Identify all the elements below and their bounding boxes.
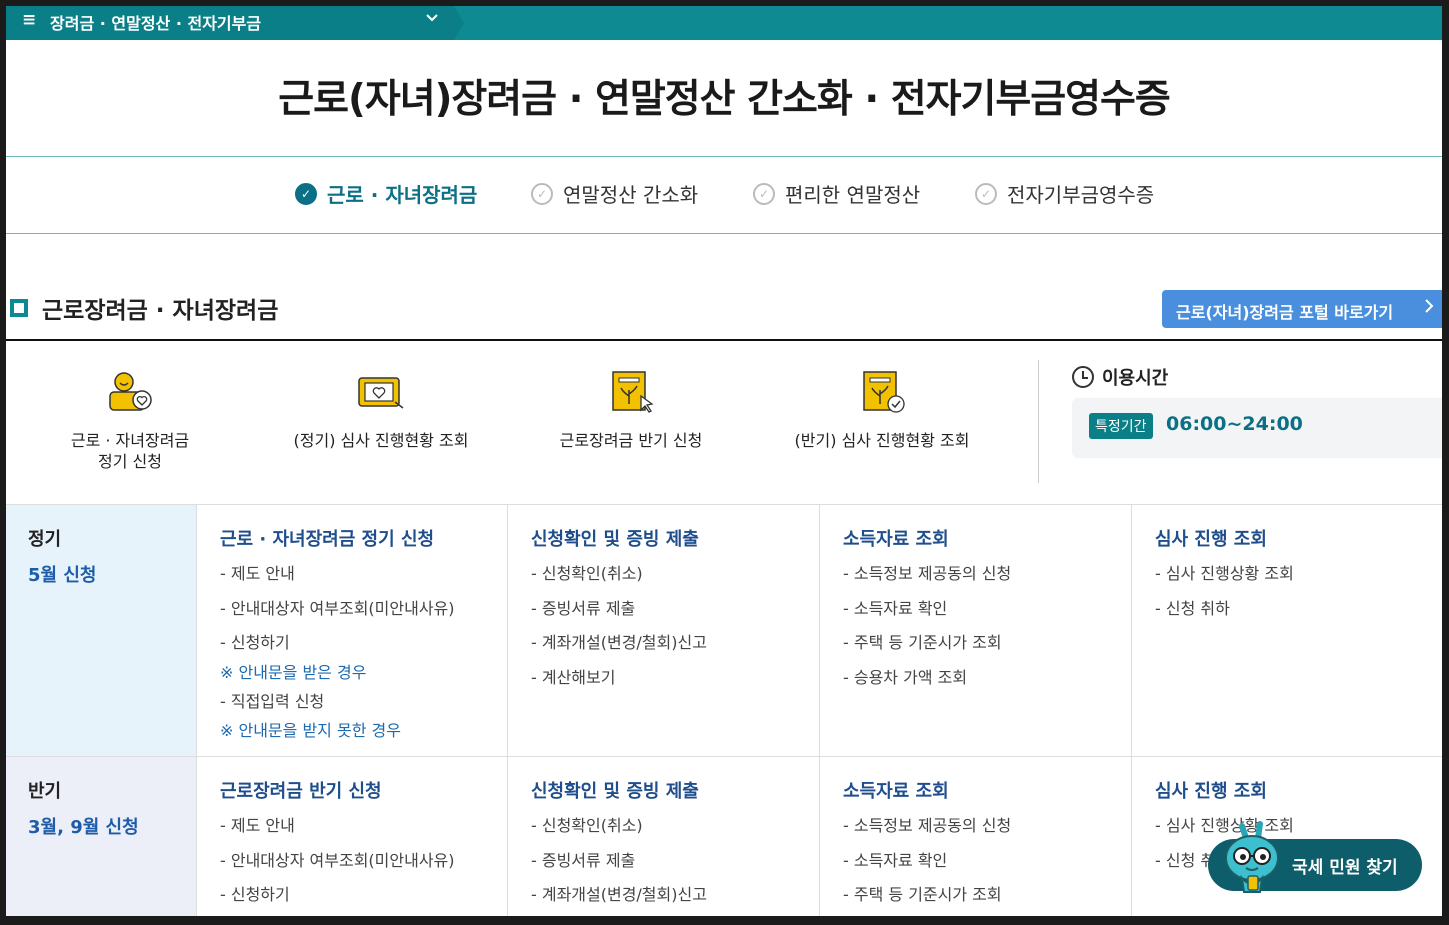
portal-link-button[interactable]: 근로(자녀)장려금 포털 바로가기: [1162, 290, 1442, 328]
menu-cell: 심사 진행 조회 - 심사 진행상황 조회 - 신청 취하: [1131, 757, 1442, 916]
tab-label: 연말정산 간소화: [563, 183, 699, 207]
tab-donation-receipt[interactable]: ✓ 전자기부금영수증: [975, 179, 1154, 208]
menu-cell-heading[interactable]: 신청확인 및 증빙 제출: [531, 525, 699, 551]
chevron-down-icon[interactable]: [426, 11, 438, 27]
menu-link[interactable]: - 제도 안내: [220, 560, 455, 595]
menu-link[interactable]: - 소득정보 제공동의 신청: [843, 560, 1011, 595]
quick-link-label: (정기) 심사 진행현황 조회: [293, 431, 469, 450]
row-name: 정기: [28, 529, 62, 550]
quick-link-label: 근로장려금 반기 신청: [559, 431, 703, 450]
row-period: 3월, 9월 신청: [28, 817, 139, 838]
menu-link[interactable]: - 신청확인(취소): [531, 560, 707, 595]
quick-link-half-status[interactable]: (반기) 심사 진행현황 조회: [757, 366, 1007, 451]
check-circle-icon: ✓: [295, 182, 317, 205]
menu-link[interactable]: - 신청 취하: [1155, 595, 1294, 630]
menu-link[interactable]: - 승용차 가액 조회: [843, 664, 1011, 699]
menu-link[interactable]: - 안내대상자 여부조회(미안내사유): [220, 847, 455, 882]
menu-link[interactable]: - 주택 등 기준시가 조회: [843, 881, 1011, 916]
menu-cell: 신청확인 및 증빙 제출 - 신청확인(취소) - 증빙서류 제출 - 계좌개설…: [507, 505, 819, 756]
tab-label: 근로 · 자녀장려금: [327, 183, 478, 207]
menu-link[interactable]: - 직접입력 신청: [220, 688, 455, 718]
hamburger-icon[interactable]: ≡: [22, 10, 36, 30]
tab-label: 편리한 연말정산: [785, 183, 921, 207]
menu-link[interactable]: - 제도 안내: [220, 812, 455, 847]
quick-link-label: 근로 · 자녀장려금: [70, 431, 190, 450]
period-badge: 특정기간: [1089, 413, 1153, 439]
check-circle-icon: ✓: [753, 182, 775, 205]
menu-cell-heading[interactable]: 심사 진행 조회: [1155, 525, 1267, 551]
quick-link-half-apply[interactable]: 근로장려금 반기 신청: [506, 366, 756, 451]
menu-cell-heading[interactable]: 소득자료 조회: [843, 525, 949, 551]
monitor-heart-icon: [355, 366, 407, 418]
section-header: 근로장려금 · 자녀장려금: [6, 291, 278, 325]
tab-bar: ✓ 근로 · 자녀장려금 ✓ 연말정산 간소화 ✓ 편리한 연말정산 ✓ 전자기…: [6, 156, 1442, 234]
mascot-icon[interactable]: [1222, 818, 1284, 898]
quick-link-regular-apply[interactable]: 근로 · 자녀장려금 정기 신청: [6, 366, 255, 472]
menu-link[interactable]: - 주택 등 기준시가 조회: [843, 629, 1011, 664]
menu-link[interactable]: - 소득자료 확인: [843, 595, 1011, 630]
document-click-icon: [605, 366, 657, 418]
check-circle-icon: ✓: [975, 182, 997, 205]
fab-label: 국세 민원 찾기: [1292, 858, 1398, 878]
menu-cell: 근로 · 자녀장려금 정기 신청 - 제도 안내 - 안내대상자 여부조회(미안…: [196, 505, 508, 756]
menu-link[interactable]: - 신청하기: [220, 881, 455, 916]
row-header-regular: 정기 5월 신청: [6, 505, 196, 756]
menu-cell: 심사 진행 조회 - 심사 진행상황 조회 - 신청 취하: [1131, 505, 1442, 756]
tab-year-end-settlement[interactable]: ✓ 연말정산 간소화: [531, 179, 698, 208]
menu-cell: 소득자료 조회 - 소득정보 제공동의 신청 - 소득자료 확인 - 주택 등 …: [819, 505, 1131, 756]
menu-link[interactable]: - 안내대상자 여부조회(미안내사유): [220, 595, 455, 630]
breadcrumb-label: 장려금 · 연말정산 · 전자기부금: [50, 14, 262, 33]
menu-link[interactable]: - 신청하기: [220, 629, 455, 659]
menu-link[interactable]: - 계좌개설(변경/철회)신고: [531, 629, 707, 664]
row-name: 반기: [28, 781, 62, 802]
hours-time: 06:00~24:00: [1166, 413, 1303, 435]
menu-link[interactable]: - 계산해보기: [531, 664, 707, 699]
menu-link[interactable]: - 소득자료 확인: [843, 847, 1011, 882]
menu-cell-heading[interactable]: 심사 진행 조회: [1155, 777, 1267, 803]
chevron-right-icon: [1424, 298, 1434, 319]
menu-link[interactable]: - 소득정보 제공동의 신청: [843, 812, 1011, 847]
portal-button-label: 근로(자녀)장려금 포털 바로가기: [1176, 303, 1394, 322]
check-circle-icon: ✓: [531, 182, 553, 205]
menu-note[interactable]: ※ 안내문을 받은 경우: [220, 659, 455, 688]
breadcrumb[interactable]: ≡ 장려금 · 연말정산 · 전자기부금: [6, 6, 464, 40]
quick-link-label: (반기) 심사 진행현황 조회: [794, 431, 970, 450]
menu-cell: 소득자료 조회 - 소득정보 제공동의 신청 - 소득자료 확인 - 주택 등 …: [819, 757, 1131, 916]
hours-title: 이용시간: [1072, 364, 1168, 390]
menu-cell: 신청확인 및 증빙 제출 - 신청확인(취소) - 증빙서류 제출 - 계좌개설…: [507, 757, 819, 916]
menu-cell-heading[interactable]: 소득자료 조회: [843, 777, 949, 803]
menu-cell-heading[interactable]: 근로장려금 반기 신청: [220, 777, 382, 803]
hours-box: 특정기간 06:00~24:00: [1072, 398, 1442, 458]
person-heart-icon: [104, 366, 156, 418]
menu-note[interactable]: ※ 안내문을 받지 못한 경우: [220, 717, 455, 746]
clock-icon: [1072, 366, 1094, 388]
top-nav-bar: ≡ 장려금 · 연말정산 · 전자기부금: [6, 6, 1442, 40]
divider: [6, 339, 1442, 341]
tab-easy-settlement[interactable]: ✓ 편리한 연말정산: [753, 179, 920, 208]
menu-link[interactable]: - 심사 진행상황 조회: [1155, 560, 1294, 595]
quick-link-label: 정기 신청: [98, 452, 162, 471]
tab-earned-income-credit[interactable]: ✓ 근로 · 자녀장려금: [295, 179, 477, 208]
row-period: 5월 신청: [28, 565, 97, 586]
divider: [1038, 360, 1039, 483]
menu-cell-heading[interactable]: 신청확인 및 증빙 제출: [531, 777, 699, 803]
tab-label: 전자기부금영수증: [1007, 183, 1155, 207]
menu-cell: 근로장려금 반기 신청 - 제도 안내 - 안내대상자 여부조회(미안내사유) …: [196, 757, 508, 916]
page-title: 근로(자녀)장려금 · 연말정산 간소화 · 전자기부금영수증: [278, 77, 1171, 122]
menu-link[interactable]: - 증빙서류 제출: [531, 595, 707, 630]
menu-link[interactable]: - 증빙서류 제출: [531, 847, 707, 882]
hours-title-label: 이용시간: [1102, 368, 1169, 389]
row-header-half: 반기 3월, 9월 신청: [6, 757, 196, 916]
menu-cell-heading[interactable]: 근로 · 자녀장려금 정기 신청: [220, 525, 434, 551]
section-title: 근로장려금 · 자녀장려금: [42, 298, 279, 324]
quick-link-regular-status[interactable]: (정기) 심사 진행현황 조회: [256, 366, 506, 451]
menu-link[interactable]: - 신청확인(취소): [531, 812, 707, 847]
menu-link[interactable]: - 계좌개설(변경/철회)신고: [531, 881, 707, 916]
square-bullet-icon: [10, 299, 28, 317]
page: ≡ 장려금 · 연말정산 · 전자기부금 근로(자녀)장려금 · 연말정산 간소…: [6, 6, 1442, 916]
document-check-icon: [856, 366, 908, 418]
